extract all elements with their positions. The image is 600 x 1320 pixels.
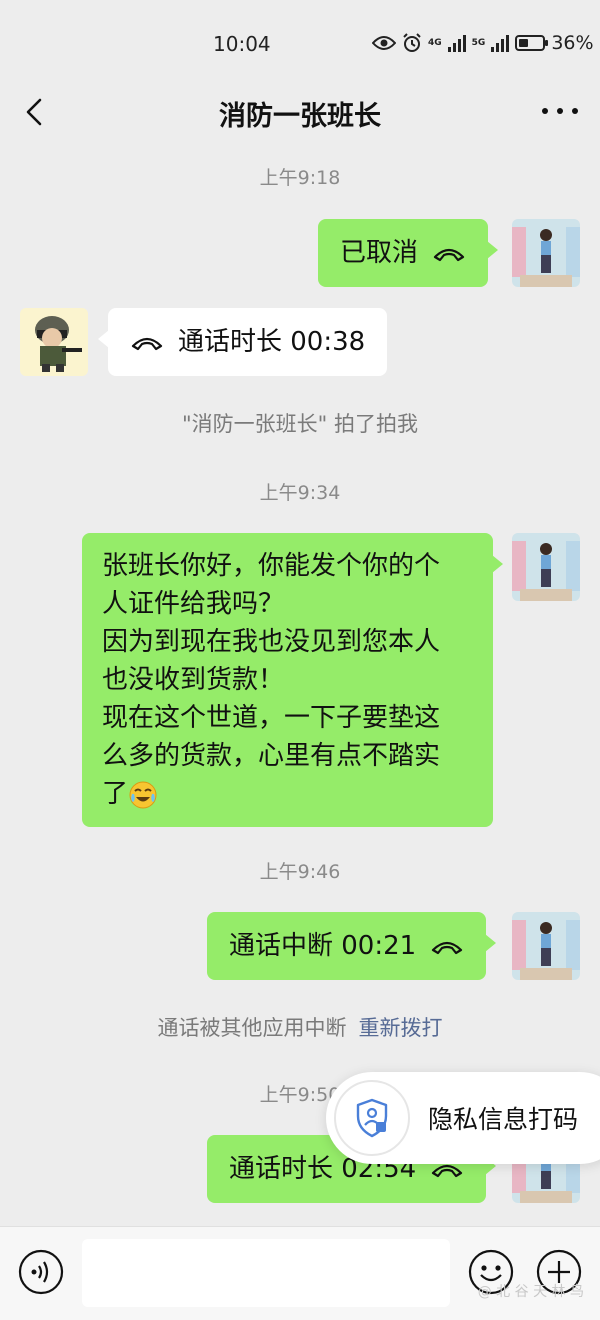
message-bubble-incoming[interactable]: 通话时长 00:38 bbox=[97, 308, 388, 376]
message-line: 么多的货款，心里有点不踏实 bbox=[102, 741, 441, 771]
message-line: 也没收到货款！ bbox=[102, 665, 285, 695]
privacy-label: 隐私信息打码 bbox=[428, 1105, 579, 1134]
message-bubble-outgoing[interactable]: 通话中断 00:21 bbox=[207, 912, 497, 980]
contact-avatar[interactable] bbox=[20, 308, 88, 376]
eye-icon bbox=[372, 36, 396, 50]
watermark: @ 北 谷 天 林 鸟 bbox=[477, 1284, 584, 1300]
my-avatar[interactable] bbox=[512, 533, 580, 601]
chat-header: 消防一张班长 bbox=[0, 78, 600, 148]
timestamp: 上午9:46 bbox=[259, 861, 341, 883]
privacy-shield-icon bbox=[334, 1080, 410, 1156]
message-bubble-outgoing[interactable]: 张班长你好，你能发个你的个 人证件给我吗？ 因为到现在我也没见到您本人 也没收到… bbox=[82, 533, 503, 827]
timestamp: 上午9:34 bbox=[259, 482, 341, 504]
pat-notice: "消防一张班长" 拍了拍我 bbox=[182, 412, 418, 436]
call-interrupted-notice: 通话被其他应用中断 重新拨打 bbox=[0, 1012, 600, 1042]
battery-icon bbox=[515, 35, 549, 51]
signal-icon-2 bbox=[491, 34, 510, 52]
message-bubble-outgoing[interactable]: 已取消 bbox=[318, 219, 499, 287]
net-label-2: 5G bbox=[471, 37, 486, 48]
alarm-icon bbox=[403, 33, 421, 52]
status-bar: 10:04 4G 5G 36% bbox=[0, 0, 600, 90]
privacy-mask-button[interactable]: 隐私信息打码 bbox=[326, 1072, 600, 1164]
message-line: 人证件给我吗？ bbox=[102, 589, 285, 619]
crying-laughing-emoji-icon bbox=[129, 781, 157, 808]
input-bar: @ 北 谷 天 林 鸟 bbox=[0, 1226, 600, 1320]
redial-link[interactable]: 重新拨打 bbox=[359, 1016, 443, 1040]
message-text: 通话时长 00:38 bbox=[178, 326, 366, 357]
message-line: 现在这个世道，一下子要垫这 bbox=[102, 703, 441, 733]
phone-hangup-icon bbox=[433, 248, 465, 262]
status-icons: 4G 5G 36% bbox=[372, 32, 594, 54]
message-line: 了 bbox=[102, 779, 129, 809]
signal-icon-1 bbox=[447, 34, 466, 52]
more-icon[interactable] bbox=[542, 96, 578, 126]
voice-input-icon[interactable] bbox=[18, 1249, 64, 1295]
phone-hangup-icon bbox=[432, 941, 463, 955]
interrupt-text: 通话被其他应用中断 bbox=[157, 1016, 347, 1040]
message-text: 通话中断 00:21 bbox=[229, 930, 417, 961]
message-line: 因为到现在我也没见到您本人 bbox=[102, 627, 441, 657]
message-text: 已取消 bbox=[340, 237, 419, 268]
message-input[interactable] bbox=[82, 1239, 450, 1307]
timestamp: 上午9:18 bbox=[259, 167, 341, 189]
message-line: 张班长你好，你能发个你的个 bbox=[102, 551, 441, 581]
chat-title: 消防一张班长 bbox=[219, 101, 381, 132]
phone-hangup-icon bbox=[131, 337, 163, 351]
my-avatar[interactable] bbox=[512, 219, 580, 287]
net-label-1: 4G bbox=[428, 37, 442, 48]
my-avatar[interactable] bbox=[512, 912, 580, 980]
battery-percent: 36% bbox=[551, 32, 594, 54]
status-time: 10:04 bbox=[213, 32, 271, 56]
